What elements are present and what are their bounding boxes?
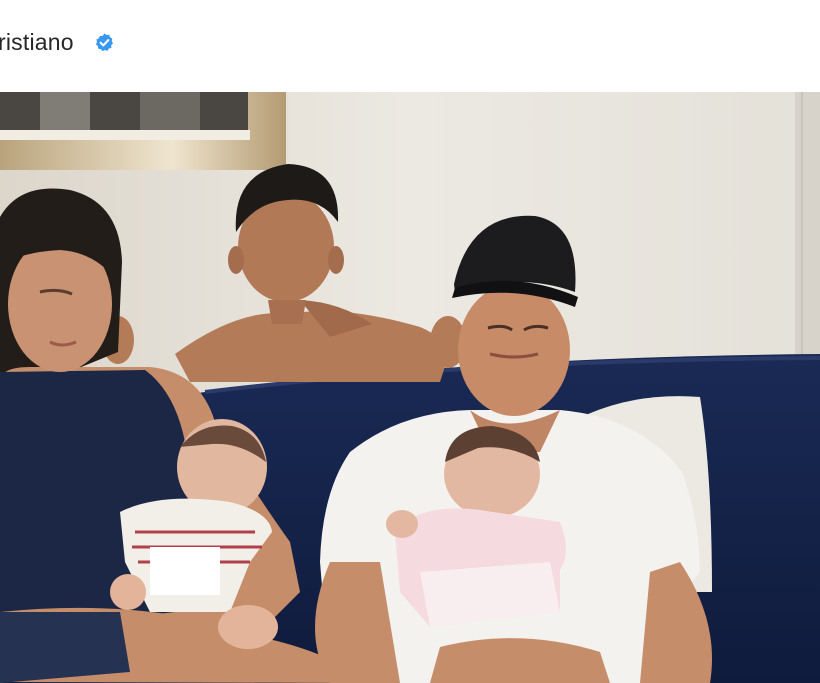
instagram-post: ristiano [0,0,820,683]
post-photo[interactable] [0,92,820,683]
verified-badge-icon [95,33,113,52]
picture-frame [0,92,286,170]
post-username[interactable]: ristiano [0,27,74,57]
post-header: ristiano [0,0,820,92]
wall-edge [795,92,820,362]
family-portrait-photo [0,92,820,683]
